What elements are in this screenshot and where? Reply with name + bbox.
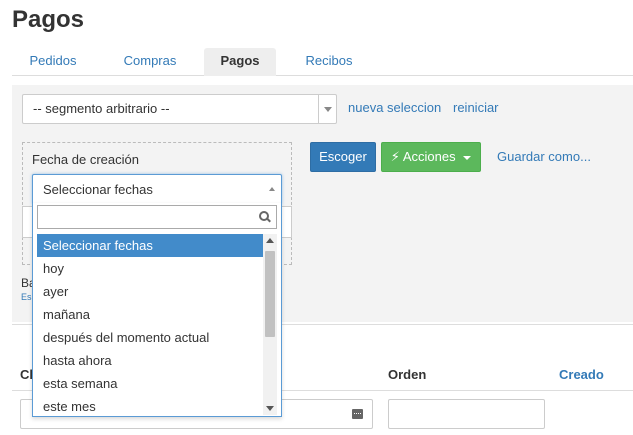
column-header-orden[interactable]: Orden <box>388 367 426 382</box>
search-icon <box>259 211 270 222</box>
page-title: Pagos <box>12 6 85 33</box>
scroll-down-icon[interactable] <box>266 406 274 411</box>
save-as-link[interactable]: Guardar como... <box>497 149 591 164</box>
new-selection-link[interactable]: nueva seleccion <box>348 100 441 115</box>
caret-down-icon <box>463 155 472 160</box>
filter-footer-link[interactable]: Es <box>21 292 32 302</box>
bolt-icon: ⚡ <box>390 149 400 164</box>
dropdown-option-this-month[interactable]: este mes <box>37 395 263 415</box>
choose-button[interactable]: Escoger <box>310 142 376 172</box>
chevron-down-icon <box>324 107 332 112</box>
dropdown-scrollbar[interactable] <box>263 234 277 415</box>
actions-button-label: Acciones <box>402 149 456 164</box>
tab-pedidos[interactable]: Pedidos <box>12 48 94 76</box>
date-range-dropdown: Seleccionar fechas hoy ayer mañana despu… <box>32 203 282 417</box>
segment-select-toggle[interactable] <box>318 95 336 123</box>
segment-select[interactable]: -- segmento arbitrario -- <box>22 94 337 124</box>
dropdown-option-after-now[interactable]: después del momento actual <box>37 326 263 349</box>
actions-button[interactable]: ⚡ Acciones <box>381 142 481 172</box>
column-header-creado[interactable]: Creado <box>559 367 604 382</box>
date-range-select[interactable]: Seleccionar fechas <box>32 174 282 204</box>
order-column-filter[interactable] <box>388 399 545 429</box>
chevron-up-icon <box>269 187 275 191</box>
scrollbar-thumb[interactable] <box>265 251 275 337</box>
dropdown-option-select-dates[interactable]: Seleccionar fechas <box>37 234 263 257</box>
date-filter-label: Fecha de creación <box>32 152 139 167</box>
tab-recibos[interactable]: Recibos <box>288 48 370 76</box>
dropdown-option-list: Seleccionar fechas hoy ayer mañana despu… <box>37 234 263 415</box>
dropdown-option-this-week[interactable]: esta semana <box>37 372 263 395</box>
tab-bar: Pedidos Compras Pagos Recibos <box>12 48 633 76</box>
reset-link[interactable]: reiniciar <box>453 100 499 115</box>
scroll-up-icon[interactable] <box>266 238 274 243</box>
dropdown-option-tomorrow[interactable]: mañana <box>37 303 263 326</box>
dropdown-option-today[interactable]: hoy <box>37 257 263 280</box>
tab-pagos[interactable]: Pagos <box>204 48 276 76</box>
dropdown-option-until-now[interactable]: hasta ahora <box>37 349 263 372</box>
segment-select-value: -- segmento arbitrario -- <box>33 101 170 116</box>
calendar-icon[interactable] <box>352 409 363 419</box>
dropdown-option-yesterday[interactable]: ayer <box>37 280 263 303</box>
date-range-select-value: Seleccionar fechas <box>43 182 153 197</box>
dropdown-search-input[interactable] <box>37 205 277 229</box>
tab-compras[interactable]: Compras <box>106 48 194 76</box>
